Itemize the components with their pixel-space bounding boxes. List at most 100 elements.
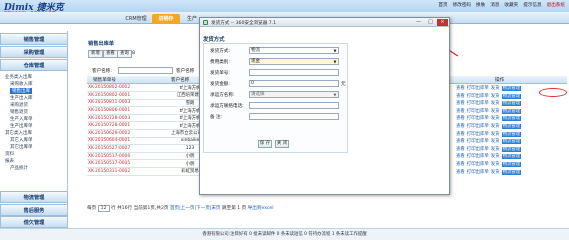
print-link[interactable]: 打印出库单 [467,132,489,137]
ship-link[interactable]: 发货 [491,101,500,106]
order-code[interactable]: XK-20150517-0006 [87,152,155,161]
ship-no-input[interactable] [249,69,339,76]
messages-link[interactable]: 消息 [490,2,499,8]
close-button[interactable]: 关 闭 [275,140,289,148]
print-link[interactable]: 打印出库单 [467,139,489,144]
change-password-link[interactable]: 修改密码 [453,2,471,8]
ship-link[interactable]: 发货 [491,170,500,175]
print-link[interactable]: 打印出库单 [467,94,489,99]
order-code[interactable]: XK-20150806-0001 [87,106,155,115]
ship-link[interactable]: 发货 [491,109,500,114]
save-button[interactable]: 保 存 [258,140,272,148]
sidebar-item-data[interactable]: 资料 [5,151,14,157]
logistics-link[interactable]: 物流管理 [501,154,522,160]
print-link[interactable]: 打印出库单 [467,147,489,152]
page-jump[interactable]: 跳至第 1 页 [222,206,246,211]
sidebar-item-other-out[interactable]: 其它出库单 [10,144,33,150]
ship-link[interactable]: 发货 [491,124,500,129]
logistics-link[interactable]: 物流管理 [501,101,522,107]
logistics-link[interactable]: 物流管理 [501,108,522,114]
ship-link[interactable]: 发货 [491,162,500,167]
sidebar-item-other-in[interactable]: 其它入库单 [10,137,33,143]
print-link[interactable]: 打印出库单 [467,101,489,106]
order-code[interactable]: XK-20150527-0007 [87,144,155,153]
view-link[interactable]: 查看 [456,94,465,99]
carrier-phone-input[interactable] [249,102,339,109]
tab-inventory[interactable]: 进销存 [152,14,180,24]
sidebar-item-purchase-return[interactable]: 采购退货 [10,102,28,108]
sidebar-section-purchase[interactable]: 采购管理 [0,46,68,58]
order-code[interactable]: XK-20150517-0005 [87,159,155,169]
ship-link[interactable]: 发货 [491,139,500,144]
new-button[interactable]: 新增 [88,50,103,58]
sidebar-section-warehouse[interactable]: 仓库管理 [0,59,68,71]
ship-link[interactable]: 发货 [491,147,500,152]
print-link[interactable]: 打印出库单 [467,162,489,167]
sidebar-section-loans[interactable]: 借欠管理 [0,216,68,228]
ship-link[interactable]: 发货 [491,154,500,159]
order-code[interactable]: XK-20150604-0001 [87,137,155,146]
order-code[interactable]: XK-20150802-0002 [87,84,155,93]
sidebar-section-logistics[interactable]: 物流管理 [0,191,68,203]
sidebar-section-sales[interactable]: 销售管理 [0,33,68,45]
ship-link[interactable]: 发货 [491,94,500,99]
skin-link[interactable]: 换肤 [476,2,485,8]
order-code[interactable]: XK-20150802-0001 [87,91,155,100]
ship-method-select[interactable]: 物流 ▼ [249,47,339,54]
logistics-link[interactable]: 物流管理 [501,161,522,167]
maximize-icon[interactable]: □ [425,19,436,26]
logistics-link[interactable]: 物流管理 [501,93,522,99]
sidebar-item-business[interactable]: 业务类入出库 [5,74,32,80]
ship-link[interactable]: 发货 [491,86,500,91]
logout-link[interactable]: 退出系统 [547,2,565,8]
view-link[interactable]: 查看 [456,116,465,121]
view-link[interactable]: 查看 [456,109,465,114]
sidebar-item-reports[interactable]: 报表 [5,158,14,164]
per-page-input[interactable]: 12 [97,205,110,212]
logistics-link[interactable]: 物流管理 [501,169,522,175]
sidebar-item-purchase-in[interactable]: 采购收入库 [10,81,33,87]
logistics-link[interactable]: 物流管理 [501,131,522,137]
customer-filter-input[interactable] [118,67,173,74]
print-link[interactable]: 打印出库单 [467,86,489,91]
ship-amount-input[interactable]: 0 [249,80,339,87]
search-button[interactable]: 查询 [117,50,132,58]
order-code[interactable]: XK-20150629-0002 [87,129,155,138]
logistics-link[interactable]: 物流管理 [501,86,522,91]
home-link[interactable]: 首页 [438,2,447,8]
view-link[interactable]: 查看 [456,86,465,91]
sidebar-item-sales-out[interactable]: 销售出库 [10,88,32,94]
sidebar-item-other[interactable]: 其它类入出库 [5,130,32,136]
logistics-link[interactable]: 物流管理 [501,146,522,152]
view-link[interactable]: 查看 [456,170,465,175]
logistics-link[interactable]: 物流管理 [501,139,522,145]
print-link[interactable]: 打印出库单 [467,170,489,175]
export-excel-link[interactable]: 导出到excel [248,206,274,211]
print-link[interactable]: 打印出库单 [467,109,489,114]
order-code[interactable]: XK-20150811-0003 [87,99,155,108]
logistics-link[interactable]: 物流管理 [501,116,522,122]
view-link[interactable]: 查看 [456,132,465,137]
tab-crm[interactable]: CRM管理 [121,14,151,24]
view-link[interactable]: 查看 [456,154,465,159]
sidebar-item-production-io[interactable]: 生产出入库 [10,95,33,101]
sidebar-item-sales-return[interactable]: 销售退货 [10,109,28,115]
order-code[interactable]: XK-20150311-0002 [87,167,155,176]
notices-link[interactable]: 提示信息 [523,2,541,8]
carrier-select[interactable]: 请选择 ▼ [249,91,339,98]
view-link[interactable]: 查看 [456,101,465,106]
view-link[interactable]: 查看 [456,147,465,152]
sidebar-item-product-stats[interactable]: 产品统计 [10,165,28,171]
view-link[interactable]: 查看 [456,124,465,129]
sidebar-section-aftersales[interactable]: 售后服务 [0,204,68,216]
dialog-titlebar[interactable]: 发货方式 -- 360安全浏览器 7.1 — □ × [200,18,449,27]
sidebar-item-production-out[interactable]: 生产出库单 [10,123,33,129]
remark-input[interactable] [249,113,339,120]
order-code[interactable]: XK-20150728-0001 [87,121,155,131]
minimize-icon[interactable]: — [413,19,424,26]
page-nav[interactable]: 首页|上一页|下一页|末页 [170,206,221,211]
view-link[interactable]: 查看 [456,139,465,144]
view-link[interactable]: 查看 [456,162,465,167]
fee-type-select[interactable]: 现金 ▼ [249,58,339,65]
order-code[interactable]: XK-20150728-0003 [87,114,155,123]
